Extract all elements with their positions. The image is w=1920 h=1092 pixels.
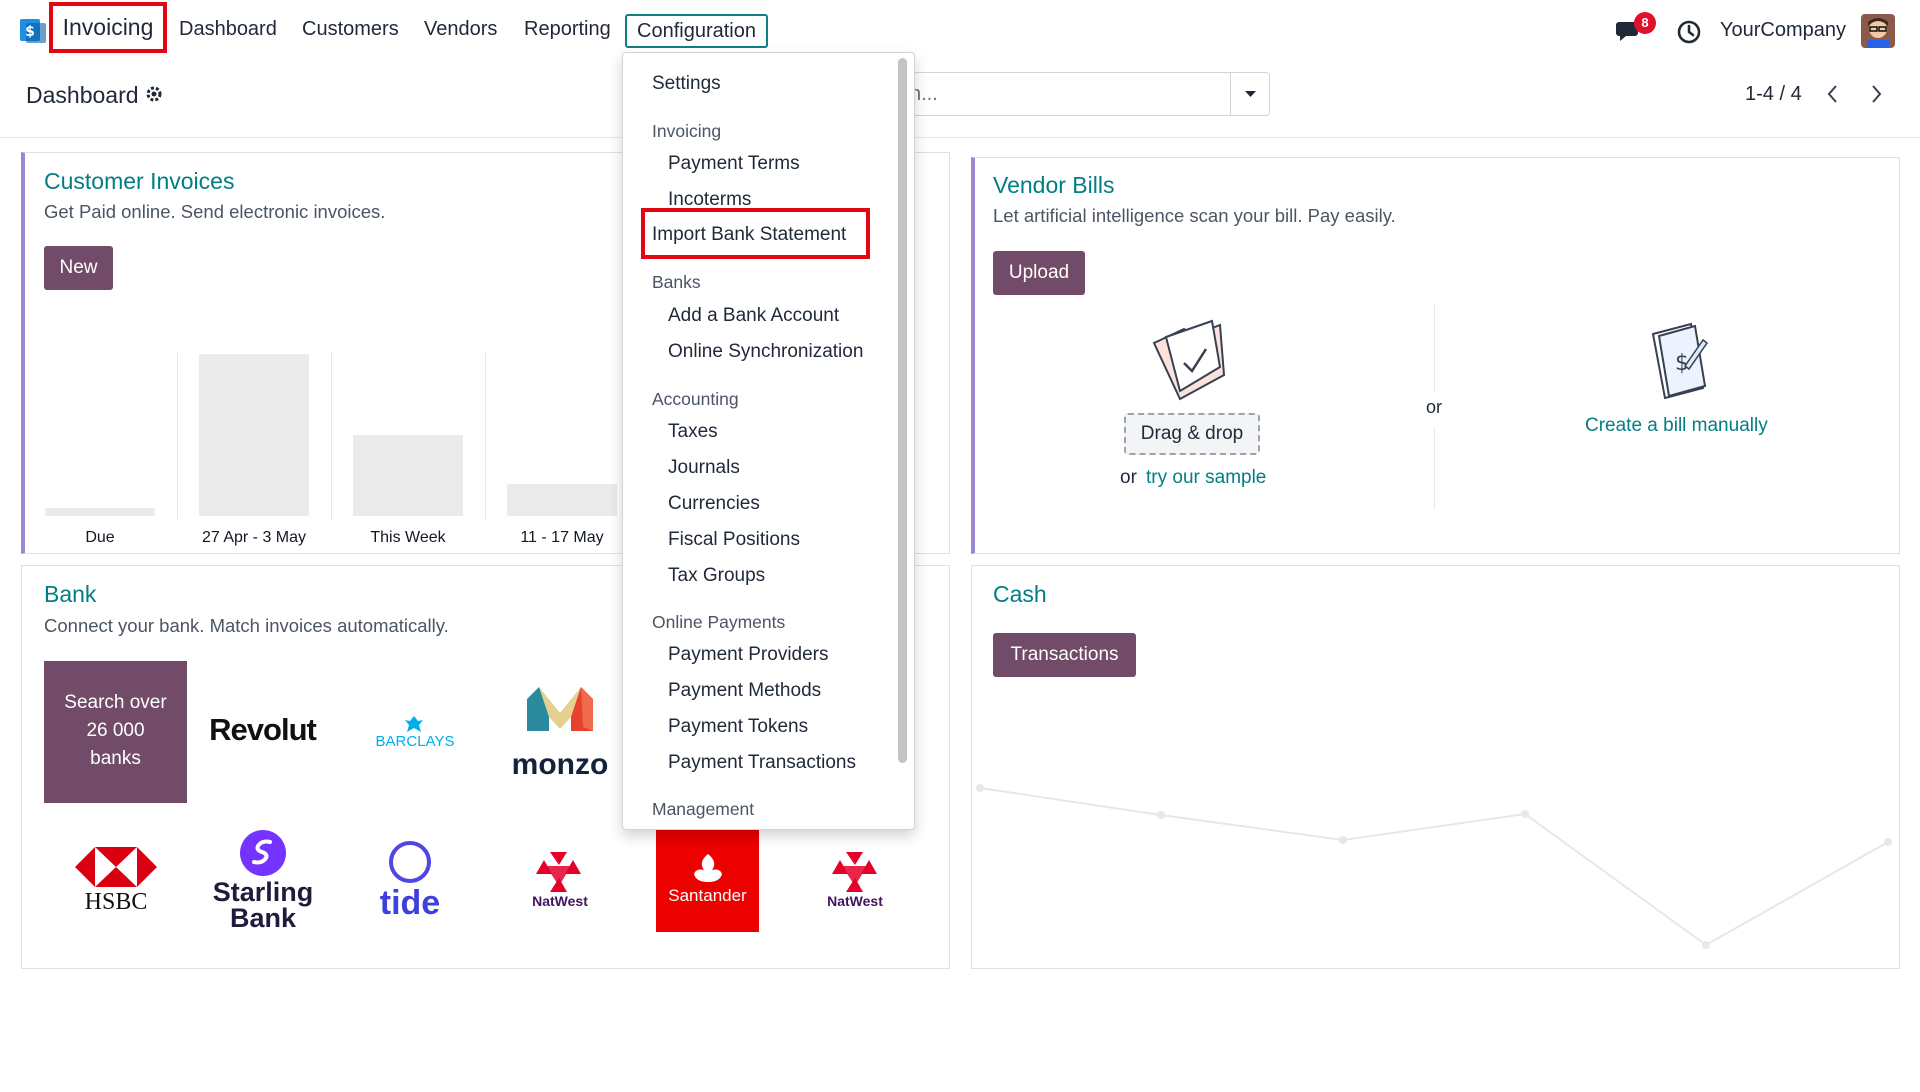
vendor-separator-bottom [1434,428,1435,510]
menu-item-journals[interactable]: Journals [668,457,740,479]
chart-bar-11-17-may[interactable] [507,484,617,516]
vendor-separator-top [1434,305,1435,393]
menu-item-fiscal-positions[interactable]: Fiscal Positions [668,529,800,551]
santander-logo: Santander [668,886,747,905]
chart-label-this-week: This Week [370,529,446,546]
starling-logo-line-1[interactable]: Starling [203,879,323,906]
user-avatar[interactable] [1861,14,1895,48]
invoicing-app-icon[interactable]: $ [20,17,46,43]
chart-gridline [331,353,332,519]
menu-vendors[interactable]: Vendors [424,18,497,41]
search-banks-line-1: Search over [64,692,167,713]
transactions-button[interactable]: Transactions [993,633,1136,677]
folder-check-icon [1152,319,1226,401]
top-navbar: $ Invoicing Dashboard Customers Vendors … [0,0,1920,61]
upload-button[interactable]: Upload [993,251,1085,295]
chevron-right-icon[interactable] [1867,83,1885,105]
try-sample-link[interactable]: try our sample [1146,467,1266,489]
customer-invoices-title[interactable]: Customer Invoices [44,168,234,195]
bank-subtitle: Connect your bank. Match invoices automa… [44,615,449,636]
tide-logo[interactable]: tide [360,884,460,923]
cash-trend-graph [976,784,1892,949]
control-panel-divider [0,137,1920,138]
menu-item-currencies[interactable]: Currencies [668,493,760,515]
pager-value[interactable]: 1-4 / 4 [1745,83,1802,106]
revolut-logo[interactable]: Revolut [205,712,320,748]
bill-clipboard-icon: $ [1651,322,1709,400]
menu-section-banks: Banks [652,272,701,292]
menu-section-accounting: Accounting [652,389,739,409]
hsbc-logo[interactable]: HSBC [62,889,170,916]
barclays-logo[interactable]: BARCLAYS [360,733,470,750]
barclays-eagle-icon [405,716,423,732]
monzo-m-icon [527,687,593,731]
natwest-icon [536,852,581,892]
menu-section-online-payments: Online Payments [652,612,786,632]
menu-item-import-bank-statement[interactable]: Import Bank Statement [652,224,846,246]
menu-item-payment-transactions[interactable]: Payment Transactions [668,752,856,774]
page-title: Dashboard [26,82,139,108]
starling-logo-line-2[interactable]: Bank [203,905,323,932]
search-bar[interactable] [880,72,1270,116]
chart-label-due: Due [85,529,115,546]
or-separator-label: or [1426,397,1443,417]
chart-label-27-apr: 27 Apr - 3 May [201,529,307,546]
chart-bar-27-apr[interactable] [199,354,309,516]
natwest-icon-2 [832,852,877,892]
gear-icon[interactable] [145,85,163,103]
cash-title[interactable]: Cash [993,581,1047,608]
menu-item-online-synchronization[interactable]: Online Synchronization [668,341,863,363]
menu-section-invoicing: Invoicing [652,121,722,141]
company-switcher[interactable]: YourCompany [1720,19,1846,42]
santander-logo-tile[interactable]: Santander [656,829,759,932]
menu-item-tax-groups[interactable]: Tax Groups [668,565,765,587]
tide-ring-icon [389,841,431,883]
try-sample-prefix: or [1120,467,1137,488]
chart-bar-this-week[interactable] [353,435,463,516]
menu-reporting[interactable]: Reporting [524,18,611,41]
chart-bar-due[interactable] [45,508,155,516]
search-banks-button[interactable]: Search over 26 000 banks [44,661,187,803]
menu-item-taxes[interactable]: Taxes [668,421,718,443]
bank-title[interactable]: Bank [44,581,96,608]
starling-icon [240,830,286,876]
search-banks-line-3: banks [90,748,141,769]
notification-badge: 8 [1634,12,1656,34]
menu-item-settings[interactable]: Settings [652,73,721,95]
vendor-bills-title[interactable]: Vendor Bills [993,172,1114,199]
menu-item-add-bank-account[interactable]: Add a Bank Account [668,305,839,327]
menu-configuration[interactable]: Configuration [625,14,768,48]
menu-item-payment-tokens[interactable]: Payment Tokens [668,716,808,738]
natwest-logo-2[interactable]: NatWest [805,893,905,909]
menu-customers[interactable]: Customers [302,18,399,41]
dropdown-scrollbar[interactable] [898,58,907,763]
menu-item-payment-methods[interactable]: Payment Methods [668,680,821,702]
search-banks-line-2: 26 000 [86,720,145,741]
monzo-logo[interactable]: monzo [505,748,615,782]
vendor-bills-subtitle: Let artificial intelligence scan your bi… [993,205,1396,226]
app-brand-link[interactable]: Invoicing [49,2,167,53]
natwest-logo[interactable]: NatWest [510,893,610,909]
drag-drop-zone[interactable]: Drag & drop [1124,413,1260,455]
santander-flame-icon [694,854,722,882]
menu-dashboard[interactable]: Dashboard [179,18,277,41]
clock-icon[interactable] [1676,19,1702,45]
svg-text:$: $ [25,24,35,40]
new-invoice-button[interactable]: New [44,246,113,290]
customer-invoices-subtitle: Get Paid online. Send electronic invoice… [44,201,386,222]
caret-down-icon [1245,91,1256,97]
hsbc-hexagon-icon [75,847,157,887]
chart-gridline [177,353,178,519]
search-options-toggle[interactable] [1230,73,1269,115]
create-bill-manually-link[interactable]: Create a bill manually [1585,415,1768,437]
menu-item-payment-providers[interactable]: Payment Providers [668,644,829,666]
chart-gridline [485,353,486,519]
menu-section-management: Management [652,799,755,819]
chevron-left-icon[interactable] [1824,83,1842,105]
chart-label-11-17-may: 11 - 17 May [520,529,604,546]
menu-item-payment-terms[interactable]: Payment Terms [668,153,800,175]
